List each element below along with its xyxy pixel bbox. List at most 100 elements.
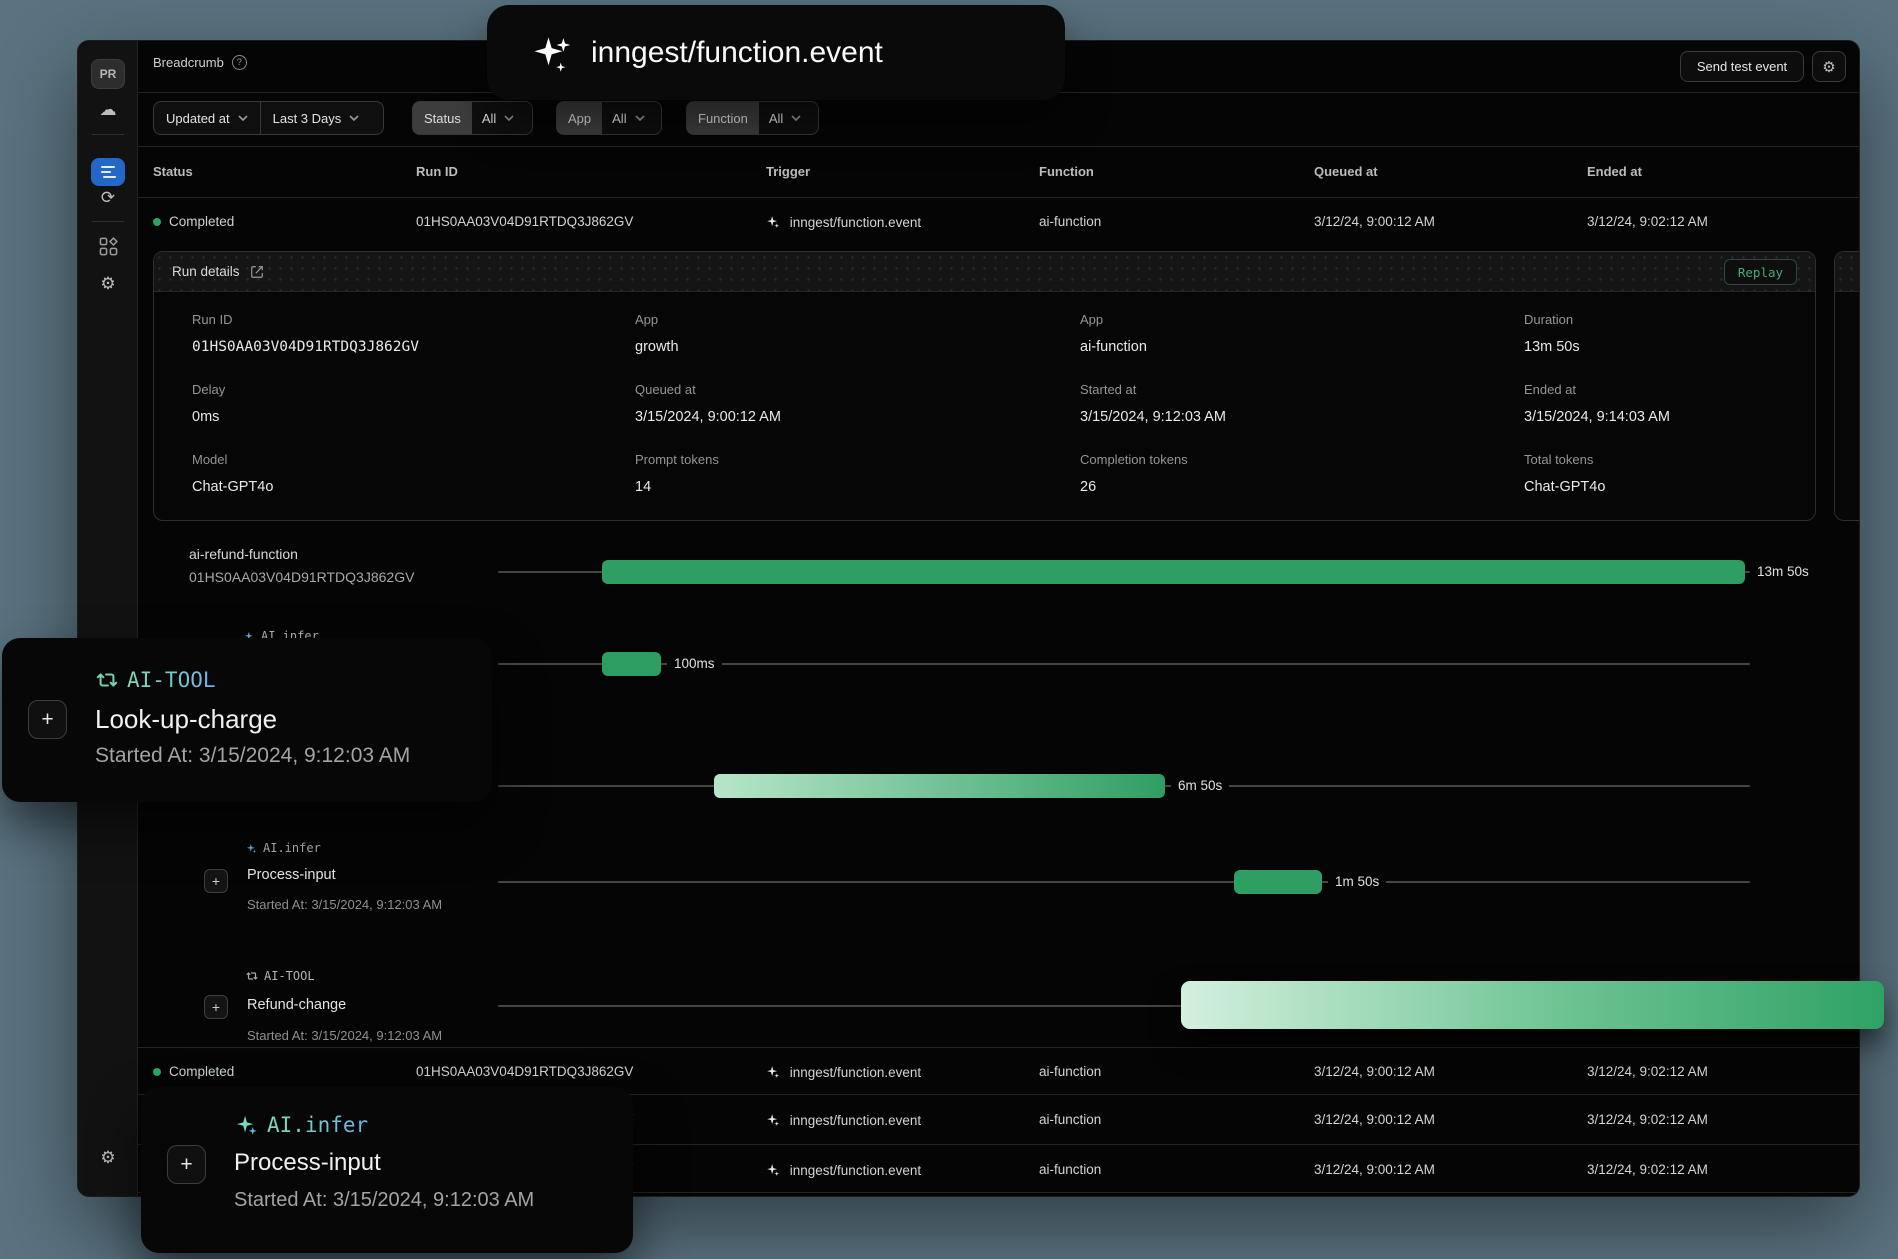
trigger-cell: inngest/function.event xyxy=(766,1065,921,1080)
cloud-icon[interactable]: ☁ xyxy=(78,101,138,118)
sidebar-divider xyxy=(92,221,124,222)
avatar[interactable]: PR xyxy=(91,59,125,89)
external-link-icon[interactable] xyxy=(250,265,264,279)
send-test-event-button[interactable]: Send test event xyxy=(1680,51,1804,82)
step-tag-label: AI-TOOL xyxy=(127,668,216,692)
function-link[interactable]: ai-function xyxy=(1039,1064,1101,1079)
timeline-bar-step[interactable] xyxy=(1234,870,1322,894)
expand-step-button[interactable]: + xyxy=(167,1145,206,1184)
apps-grid-icon[interactable] xyxy=(99,237,118,261)
settings-gear-button[interactable]: ⚙ xyxy=(1812,51,1846,82)
expand-step-button[interactable]: + xyxy=(204,995,228,1019)
ended-at: 3/12/24, 9:02:12 AM xyxy=(1587,214,1708,229)
run-status: Completed xyxy=(169,1064,234,1079)
timeline-root-name: ai-refund-function xyxy=(189,546,298,562)
step-tag: AI.infer xyxy=(235,1113,368,1137)
function-link[interactable]: ai-function xyxy=(1039,214,1101,229)
status-dot xyxy=(153,218,161,226)
sparkle-icon xyxy=(531,32,573,74)
step-started-at: Started At: 3/15/2024, 9:12:03 AM xyxy=(247,897,442,912)
event-card: inngest/function.event xyxy=(487,5,1065,100)
app-link[interactable]: ai-function xyxy=(1080,339,1147,355)
queued-at: 3/12/24, 9:00:12 AM xyxy=(1314,1162,1435,1177)
sidebar-item-runs[interactable] xyxy=(91,158,125,186)
chevron-down-icon xyxy=(635,115,645,121)
tooltip-process-input: + AI.infer Process-input Started At: 3/1… xyxy=(141,1087,633,1253)
breadcrumb: Breadcrumb ? xyxy=(153,55,247,70)
gear-icon[interactable]: ⚙ xyxy=(78,275,138,292)
header-ended-at: Ended at xyxy=(1587,164,1642,179)
status-filter-value: All xyxy=(482,111,496,126)
step-started-at: Started At: 3/15/2024, 9:12:03 AM xyxy=(95,744,410,768)
function-filter-label: Function xyxy=(687,102,759,134)
ended-at: 3/12/24, 9:02:12 AM xyxy=(1587,1112,1708,1127)
function-link[interactable]: ai-function xyxy=(1039,1112,1101,1127)
tooltip-look-up-charge: + AI-TOOL Look-up-charge Started At: 3/1… xyxy=(2,638,492,802)
app-link[interactable]: growth xyxy=(635,339,679,355)
table-header-row: Status Run ID Trigger Function Queued at… xyxy=(138,147,1860,197)
expand-step-button[interactable]: + xyxy=(204,869,228,893)
trigger-name: inngest/function.event xyxy=(790,1065,921,1080)
field-value: 3/15/2024, 9:12:03 AM xyxy=(1080,409,1226,425)
step-tag-label: AI.infer xyxy=(263,841,321,855)
sidebar-divider xyxy=(92,134,124,135)
sort-range-pill[interactable]: Updated at Last 3 Days xyxy=(153,101,384,135)
field-label: Model xyxy=(192,452,273,467)
header-function: Function xyxy=(1039,164,1094,179)
step-tag-label: AI.infer xyxy=(267,1113,368,1137)
function-filter-value: All xyxy=(769,111,783,126)
queued-at: 3/12/24, 9:00:12 AM xyxy=(1314,214,1435,229)
breadcrumb-label: Breadcrumb xyxy=(153,55,224,70)
trigger-name: inngest/function.event xyxy=(790,1113,921,1128)
header-run-id: Run ID xyxy=(416,164,458,179)
expand-step-button[interactable]: + xyxy=(28,700,67,739)
replay-button[interactable]: Replay xyxy=(1724,259,1797,285)
repeat-icon xyxy=(246,970,258,982)
step-name: Process-input xyxy=(247,867,336,883)
help-icon[interactable]: ? xyxy=(232,55,247,70)
step-tag-label: AI-TOOL xyxy=(264,969,315,983)
run-id: 01HS0AA03V04D91RTDQ3J862GV xyxy=(416,214,633,229)
timeline-bar-refund-change[interactable] xyxy=(1181,981,1884,1029)
gear-icon-bottom[interactable]: ⚙ xyxy=(78,1149,138,1166)
step-tag: AI-TOOL xyxy=(246,969,315,983)
field-label: Queued at xyxy=(635,382,781,397)
timeline-bar-step[interactable] xyxy=(714,774,1165,798)
timeline-track xyxy=(498,881,1750,883)
bar-duration-label: 13m 50s xyxy=(1750,560,1816,584)
runs-list-icon xyxy=(101,166,115,168)
table-row[interactable]: Completed 01HS0AA03V04D91RTDQ3J862GV inn… xyxy=(138,197,1860,247)
field-value: Chat-GPT4o xyxy=(192,479,273,495)
field-value: 3/15/2024, 9:14:03 AM xyxy=(1524,409,1670,425)
timeline-bar-step[interactable] xyxy=(602,652,661,676)
field-value: 14 xyxy=(635,479,719,495)
trigger-cell: inngest/function.event xyxy=(766,1163,921,1178)
chevron-down-icon xyxy=(504,115,514,121)
trigger-cell: inngest/function.event xyxy=(766,215,921,230)
run-details-header: Run details Replay xyxy=(154,252,1815,292)
field-value: Chat-GPT4o xyxy=(1524,479,1605,495)
status-filter[interactable]: Status All xyxy=(412,101,533,135)
function-link[interactable]: ai-function xyxy=(1039,1162,1101,1177)
sparkle-icon xyxy=(766,1163,780,1177)
status-filter-label: Status xyxy=(413,102,472,134)
field-label: Ended at xyxy=(1524,382,1670,397)
secondary-panel-sliver xyxy=(1834,251,1860,521)
app-filter[interactable]: App All xyxy=(556,101,662,135)
timeline-root-run-id: 01HS0AA03V04D91RTDQ3J862GV xyxy=(189,569,414,585)
step-title: Process-input xyxy=(234,1149,381,1177)
trigger-name: inngest/function.event xyxy=(790,1163,921,1178)
step-title: Look-up-charge xyxy=(95,704,277,735)
refresh-icon[interactable]: ⟳ xyxy=(78,189,138,206)
header-status: Status xyxy=(153,164,193,179)
field-value: 26 xyxy=(1080,479,1188,495)
trigger-cell: inngest/function.event xyxy=(766,1113,921,1128)
chevron-down-icon xyxy=(238,115,248,121)
bar-duration-label: 1m 50s xyxy=(1328,870,1386,894)
sparkle-icon xyxy=(766,215,780,229)
step-tag: AI-TOOL xyxy=(96,668,216,692)
field-label: Duration xyxy=(1524,312,1580,327)
function-filter[interactable]: Function All xyxy=(686,101,819,135)
field-label: App xyxy=(635,312,679,327)
timeline-bar-root[interactable] xyxy=(602,560,1745,584)
